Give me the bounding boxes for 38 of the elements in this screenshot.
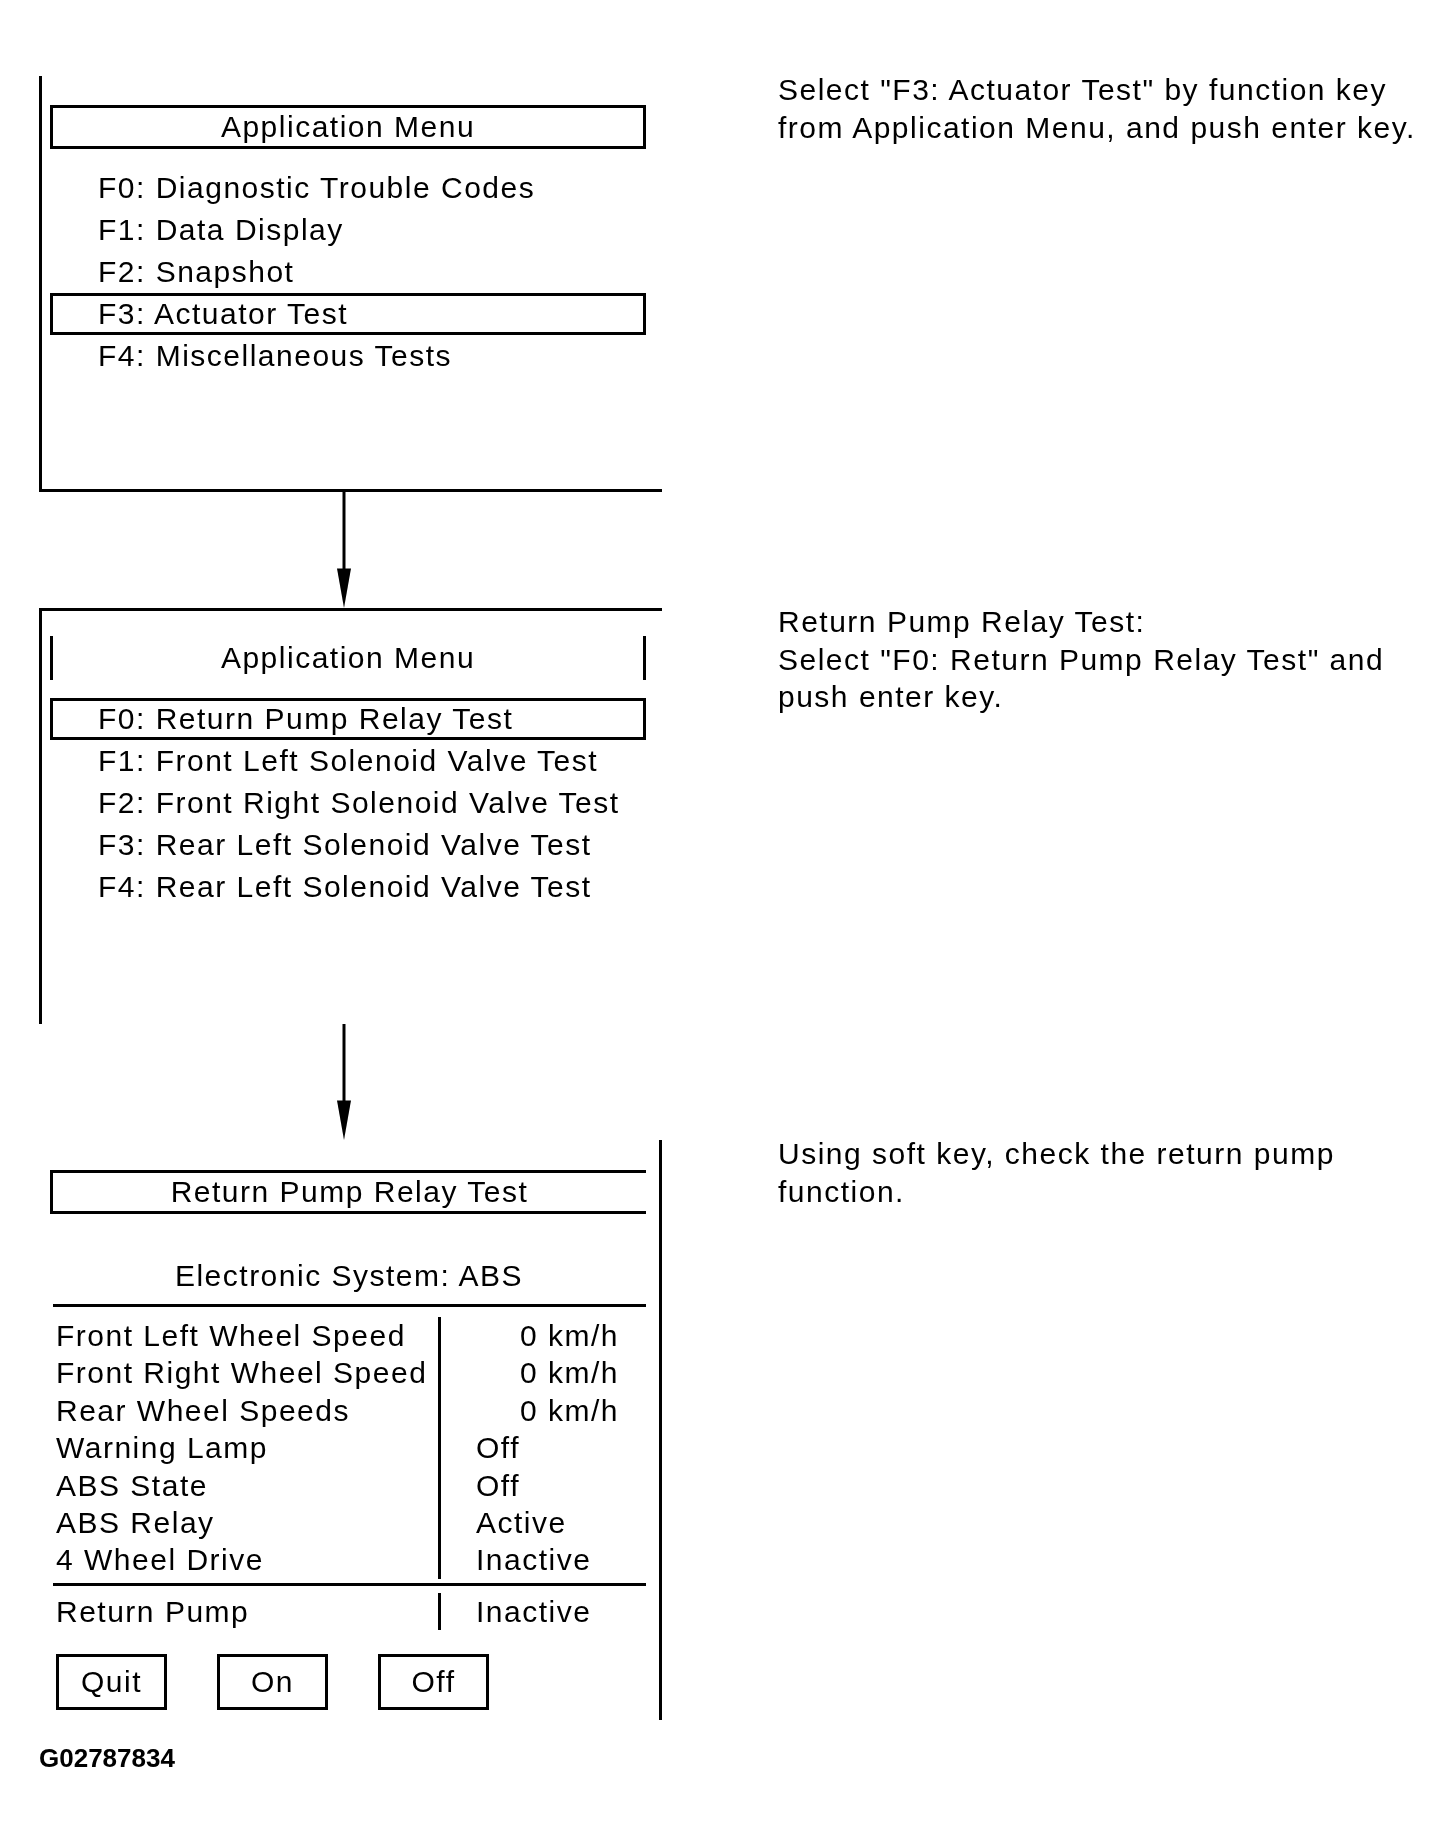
menu-item[interactable]: F1: Front Left Solenoid Valve Test [50,740,646,782]
reading-value: 0 km/h [519,1392,620,1429]
reading-label: Warning Lamp [55,1430,269,1467]
reading-label: Front Right Wheel Speed [55,1355,429,1392]
control-label: Return Pump [55,1593,251,1630]
reading-label: ABS Relay [55,1504,216,1541]
instruction-text: Using soft key, check the return pump function. [778,1136,1336,1210]
soft-key-button[interactable]: On [217,1653,328,1710]
reading-value: 0 km/h [519,1318,620,1354]
menu-item[interactable]: F2: Snapshot [50,251,646,293]
reading-value: Off [475,1467,520,1504]
menu-item[interactable]: F3: Rear Left Solenoid Valve Test [50,824,646,866]
reading-value: 0 km/h [519,1355,620,1392]
instruction-text: Select "F0: Return Pump Relay Test" and push enter key. [778,641,1386,715]
reading-value: Inactive [475,1542,592,1579]
reading-label: Front Left Wheel Speed [55,1318,407,1354]
screen-title: Return Pump Relay Test [50,1170,646,1214]
menu-item[interactable]: F2: Front Right Solenoid Valve Test [50,782,646,824]
reading-label: Rear Wheel Speeds [55,1392,351,1429]
reading-label: ABS State [55,1467,209,1504]
reading-value: Off [475,1430,520,1467]
reading-label: 4 Wheel Drive [55,1542,265,1579]
control-value: Inactive [475,1593,592,1630]
soft-key-button[interactable]: Quit [56,1653,167,1710]
menu-item[interactable]: F3: Actuator Test [50,293,646,335]
figure-id: G02787834 [39,1744,175,1771]
instruction-text: Return Pump Relay Test: [778,604,1147,640]
reading-value: Active [475,1504,567,1541]
screen-title: Application Menu [50,105,646,149]
menu-item[interactable]: F4: Miscellaneous Tests [50,335,646,377]
menu-item[interactable]: F1: Data Display [50,209,646,251]
screen-title: Application Menu [50,636,646,680]
menu-item[interactable]: F4: Rear Left Solenoid Valve Test [50,866,646,908]
system-label: Electronic System: ABS [173,1258,525,1294]
menu-item[interactable]: F0: Diagnostic Trouble Codes [50,167,646,209]
instruction-text: Select "F3: Actuator Test" by function key from Application Menu, and push enter key. [778,72,1417,146]
menu-item[interactable]: F0: Return Pump Relay Test [50,698,646,740]
soft-key-button[interactable]: Off [378,1653,489,1710]
